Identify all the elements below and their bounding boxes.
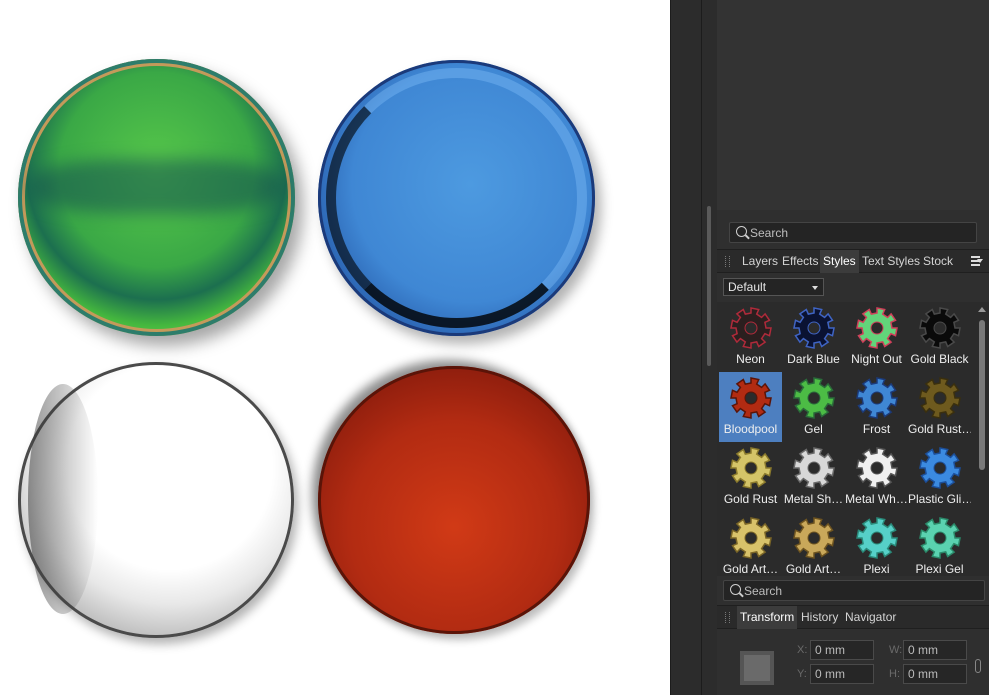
- style-item[interactable]: Gold Art…: [782, 512, 845, 576]
- drag-grip-icon[interactable]: [725, 256, 730, 267]
- w-label: W:: [889, 644, 903, 656]
- tab-layers[interactable]: Layers: [739, 250, 781, 273]
- panel-tab-bar: Layers Effects Styles Text Styles Stock: [717, 249, 989, 273]
- chevron-down-icon: [812, 286, 818, 290]
- transform-panel: X: 0 mm W: 0 mm Y: 0 mm H: 0 mm: [717, 631, 989, 695]
- style-item-label: Plexi Gel: [915, 562, 964, 576]
- circle-shading: [28, 384, 98, 614]
- search-icon: [730, 584, 741, 595]
- h-label: H:: [889, 668, 900, 680]
- gear-icon: [919, 307, 961, 349]
- anchor-selector-icon[interactable]: [740, 651, 774, 685]
- gear-icon: [730, 517, 772, 559]
- panel-scrollbar[interactable]: [707, 206, 711, 366]
- gear-icon: [793, 307, 835, 349]
- tab-text-styles[interactable]: Text Styles: [859, 250, 923, 273]
- gear-icon: [730, 447, 772, 489]
- circle-rim: [326, 68, 587, 328]
- style-item[interactable]: Plastic Gli…: [908, 442, 971, 512]
- top-search-box[interactable]: [729, 222, 977, 243]
- style-item[interactable]: Night Out: [845, 302, 908, 372]
- style-item-label: Night Out: [851, 352, 902, 366]
- search-icon: [736, 226, 747, 237]
- white-metal-circle[interactable]: [18, 362, 294, 638]
- red-bloodpool-circle[interactable]: [318, 366, 590, 634]
- scroll-thumb[interactable]: [979, 320, 985, 470]
- y-label: Y:: [797, 668, 807, 680]
- gear-icon: [730, 307, 772, 349]
- green-gel-circle[interactable]: [18, 59, 295, 336]
- gear-icon: [856, 517, 898, 559]
- drag-grip-icon[interactable]: [725, 612, 730, 623]
- gear-icon: [730, 377, 772, 419]
- gear-icon: [793, 517, 835, 559]
- gear-icon: [856, 447, 898, 489]
- styles-grid: Neon Dark Blue Night Out Gold Black Bloodpoo…: [717, 302, 975, 576]
- style-item-label: Plexi: [863, 562, 890, 576]
- style-item-label: Gold Art…: [722, 562, 779, 576]
- style-item[interactable]: Metal Wh…: [845, 442, 908, 512]
- scroll-up-icon[interactable]: [978, 307, 986, 312]
- divider-line: [701, 0, 702, 695]
- style-item-label: Plastic Gli…: [908, 492, 971, 506]
- styles-scrollbar[interactable]: [975, 302, 989, 576]
- style-item-label: Neon: [736, 352, 765, 366]
- style-item-label: Dark Blue: [787, 352, 840, 366]
- gear-icon: [856, 377, 898, 419]
- style-item-label: Gold Black: [910, 352, 969, 366]
- tab-effects[interactable]: Effects: [779, 250, 821, 273]
- link-icon[interactable]: [975, 659, 981, 673]
- x-label: X:: [797, 644, 808, 656]
- style-item-label: Gel: [804, 422, 823, 436]
- gear-icon: [856, 307, 898, 349]
- style-item-label: Gold Rust: [723, 492, 778, 506]
- gear-icon: [919, 377, 961, 419]
- style-item-label: Metal Wh…: [845, 492, 908, 506]
- tab-transform[interactable]: Transform: [737, 606, 798, 629]
- empty-panel-area: [717, 0, 989, 210]
- tab-styles[interactable]: Styles: [820, 250, 859, 273]
- style-item[interactable]: Plexi Gel: [908, 512, 971, 576]
- bottom-search-input[interactable]: [744, 581, 980, 600]
- gear-icon: [793, 377, 835, 419]
- tab-stock[interactable]: Stock: [920, 250, 956, 273]
- style-item[interactable]: Gold Art…: [719, 512, 782, 576]
- style-category-select[interactable]: Default: [723, 278, 824, 296]
- studio-panel: Layers Effects Styles Text Styles Stock …: [717, 0, 989, 695]
- style-item[interactable]: Gold Rust: [719, 442, 782, 512]
- style-item[interactable]: Neon: [719, 302, 782, 372]
- blue-frost-circle[interactable]: [318, 60, 595, 336]
- panel-divider: [670, 0, 717, 695]
- bottom-search-box[interactable]: [723, 580, 985, 601]
- transform-tab-bar: Transform History Navigator: [717, 605, 989, 629]
- w-field[interactable]: 0 mm: [903, 640, 967, 660]
- panel-menu-icon[interactable]: [971, 256, 983, 266]
- style-category-value: Default: [728, 280, 767, 294]
- style-item-label: Gold Rust…: [908, 422, 971, 436]
- x-field[interactable]: 0 mm: [810, 640, 874, 660]
- h-field[interactable]: 0 mm: [903, 664, 967, 684]
- style-item[interactable]: Gold Black: [908, 302, 971, 372]
- style-item-label: Gold Art…: [785, 562, 842, 576]
- style-item-label: Frost: [862, 422, 891, 436]
- gear-icon: [793, 447, 835, 489]
- circle-band: [29, 158, 284, 215]
- style-item[interactable]: Dark Blue: [782, 302, 845, 372]
- style-item[interactable]: Frost: [845, 372, 908, 442]
- document-canvas[interactable]: [0, 0, 670, 695]
- gear-icon: [919, 447, 961, 489]
- style-item[interactable]: Gel: [782, 372, 845, 442]
- top-search-input[interactable]: [750, 223, 972, 242]
- tab-navigator[interactable]: Navigator: [842, 606, 899, 629]
- style-item-label: Metal Sh…: [783, 492, 844, 506]
- style-item[interactable]: Plexi: [845, 512, 908, 576]
- style-item[interactable]: Gold Rust…: [908, 372, 971, 442]
- style-item[interactable]: Metal Sh…: [782, 442, 845, 512]
- tab-history[interactable]: History: [798, 606, 841, 629]
- style-item[interactable]: Bloodpool: [719, 372, 782, 442]
- y-field[interactable]: 0 mm: [810, 664, 874, 684]
- gear-icon: [919, 517, 961, 559]
- style-item-label: Bloodpool: [723, 422, 778, 436]
